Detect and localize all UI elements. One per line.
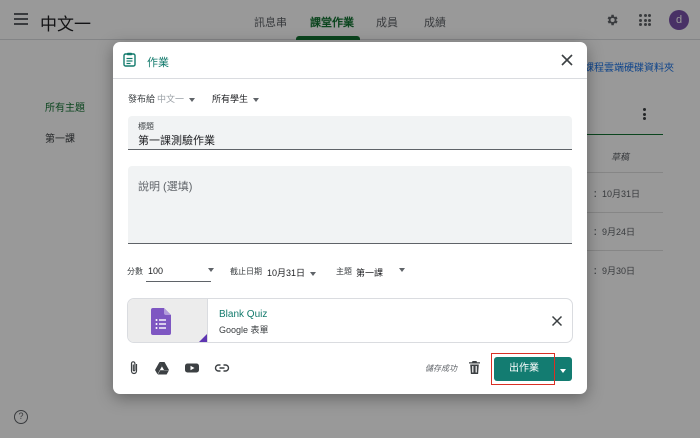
points-label: 分數 bbox=[127, 267, 143, 276]
chevron-down-icon bbox=[560, 368, 566, 373]
youtube-icon[interactable] bbox=[184, 360, 200, 376]
assign-button[interactable]: 出作業 bbox=[494, 357, 554, 381]
class-select-value: 中文一 bbox=[157, 94, 185, 104]
close-icon[interactable] bbox=[560, 53, 574, 67]
chevron-down-icon[interactable] bbox=[208, 268, 214, 272]
students-select-value: 所有學生 bbox=[212, 94, 249, 104]
description-placeholder: 說明 (選填) bbox=[138, 181, 193, 193]
remove-attachment-icon[interactable] bbox=[550, 314, 564, 328]
title-field[interactable]: 標題 第一課測驗作業 bbox=[128, 116, 572, 150]
google-drive-icon[interactable] bbox=[154, 360, 170, 376]
due-date-value: 10月31日 bbox=[267, 268, 306, 278]
save-status: 儲存成功 bbox=[425, 364, 457, 373]
for-label: 發布給 bbox=[128, 94, 156, 104]
thumbnail-corner bbox=[197, 334, 207, 342]
attachment-subtitle: Google 表單 bbox=[219, 325, 269, 335]
students-select[interactable]: 所有學生 bbox=[212, 92, 260, 105]
topic-label: 主題 bbox=[336, 267, 352, 276]
chevron-down-icon[interactable] bbox=[399, 268, 405, 272]
dialog-header: 作業 bbox=[113, 42, 587, 79]
due-date-select[interactable]: 10月31日 bbox=[267, 266, 317, 279]
class-select[interactable]: 中文一 bbox=[157, 92, 196, 105]
trash-icon[interactable] bbox=[468, 360, 481, 375]
google-forms-icon bbox=[151, 308, 171, 335]
attachment-card[interactable]: Blank Quiz Google 表單 bbox=[127, 298, 573, 343]
dialog-title: 作業 bbox=[147, 57, 169, 69]
topic-select[interactable]: 第一課 bbox=[356, 266, 383, 279]
attach-icon[interactable] bbox=[126, 360, 142, 376]
title-field-label: 標題 bbox=[138, 122, 154, 131]
attachment-thumbnail bbox=[128, 299, 208, 342]
points-underline bbox=[146, 281, 211, 282]
chevron-down-icon bbox=[253, 97, 260, 102]
due-date-label: 截止日期 bbox=[230, 267, 262, 276]
link-icon[interactable] bbox=[214, 360, 230, 376]
attachment-title[interactable]: Blank Quiz bbox=[219, 309, 267, 320]
title-field-value[interactable]: 第一課測驗作業 bbox=[138, 132, 215, 148]
description-field[interactable]: 說明 (選填) bbox=[128, 166, 572, 244]
assignment-dialog: 作業 發布給 中文一 所有學生 標題 第一課測驗作業 說明 (選填) 分數 10… bbox=[113, 42, 587, 394]
chevron-down-icon bbox=[189, 97, 196, 102]
points-select[interactable]: 100 bbox=[148, 266, 163, 276]
assign-options-dropdown[interactable] bbox=[554, 357, 572, 381]
assignment-icon bbox=[123, 52, 136, 67]
chevron-down-icon bbox=[310, 271, 317, 276]
